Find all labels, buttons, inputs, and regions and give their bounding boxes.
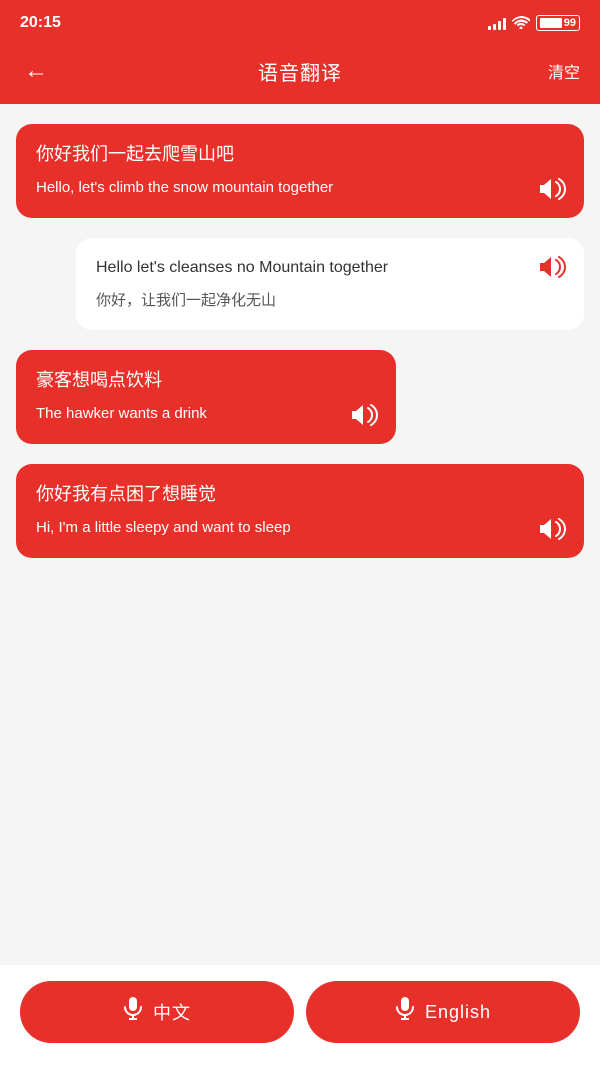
signal-icon: [488, 16, 506, 30]
clear-button[interactable]: 清空: [548, 59, 580, 83]
status-bar: 20:15 99: [0, 0, 600, 44]
page-title: 语音翻译: [258, 57, 342, 86]
header: ← 语音翻译 清空: [0, 44, 600, 104]
original-text-2: Hello let's cleanses no Mountain togethe…: [96, 256, 564, 280]
status-time: 20:15: [20, 14, 61, 32]
message-card-1: 你好我们一起去爬雪山吧 Hello, let's climb the snow …: [16, 124, 584, 218]
chinese-lang-button[interactable]: 中文: [20, 981, 294, 1043]
original-text-4: 你好我有点困了想睡觉: [36, 482, 564, 507]
original-text-3: 豪客想喝点饮料: [36, 368, 376, 393]
bottom-bar: 中文 English: [0, 965, 600, 1067]
message-card-2: Hello let's cleanses no Mountain togethe…: [76, 238, 584, 331]
wifi-icon: [512, 15, 530, 32]
battery-icon: 99: [536, 15, 580, 31]
sound-button-4[interactable]: [540, 518, 566, 540]
chinese-label: 中文: [153, 999, 191, 1025]
message-card-3: 豪客想喝点饮料 The hawker wants a drink: [16, 350, 396, 444]
translated-text-4: Hi, I'm a little sleepy and want to slee…: [36, 517, 564, 540]
status-icons: 99: [488, 15, 580, 32]
back-button[interactable]: ←: [20, 53, 52, 89]
translated-text-3: The hawker wants a drink: [36, 403, 376, 426]
english-label: English: [425, 1002, 491, 1023]
sound-button-1[interactable]: [540, 178, 566, 200]
mic-icon-chinese: [123, 997, 143, 1027]
english-lang-button[interactable]: English: [306, 981, 580, 1043]
translated-text-2: 你好，让我们一起净化无山: [96, 290, 564, 313]
messages-list: 你好我们一起去爬雪山吧 Hello, let's climb the snow …: [0, 104, 600, 964]
mic-icon-english: [395, 997, 415, 1027]
sound-button-3[interactable]: [352, 404, 378, 426]
translated-text-1: Hello, let's climb the snow mountain tog…: [36, 177, 564, 200]
original-text-1: 你好我们一起去爬雪山吧: [36, 142, 564, 167]
message-card-4: 你好我有点困了想睡觉 Hi, I'm a little sleepy and w…: [16, 464, 584, 558]
sound-button-2[interactable]: [540, 256, 566, 278]
